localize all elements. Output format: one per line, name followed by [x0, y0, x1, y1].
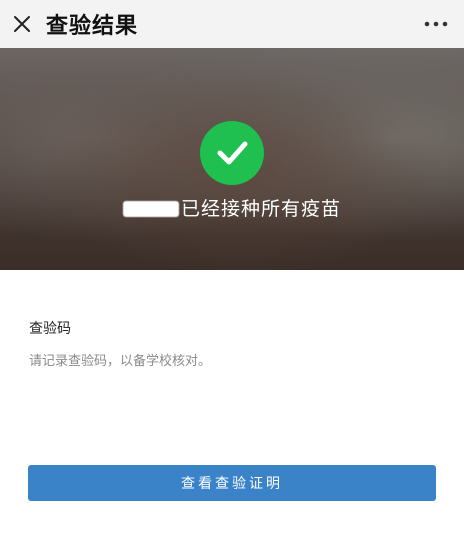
close-icon [14, 16, 30, 32]
redacted-name [122, 201, 179, 217]
page-title: 查验结果 [46, 14, 139, 39]
more-options-button[interactable] [422, 12, 450, 36]
result-banner: 已经接种所有疫苗 [0, 48, 464, 270]
close-button[interactable] [0, 0, 44, 48]
view-certificate-button[interactable]: 查看查验证明 [28, 465, 436, 501]
more-horizontal-icon [424, 21, 448, 27]
result-message: 已经接种所有疫苗 [0, 194, 464, 221]
result-message-text: 已经接种所有疫苗 [180, 198, 341, 220]
verification-hint: 请记录查验码，以备学校核对。 [29, 354, 212, 369]
top-bar: 查验结果 [0, 0, 464, 48]
check-circle-icon [200, 121, 264, 185]
verification-code-label: 查验码 [29, 321, 71, 337]
